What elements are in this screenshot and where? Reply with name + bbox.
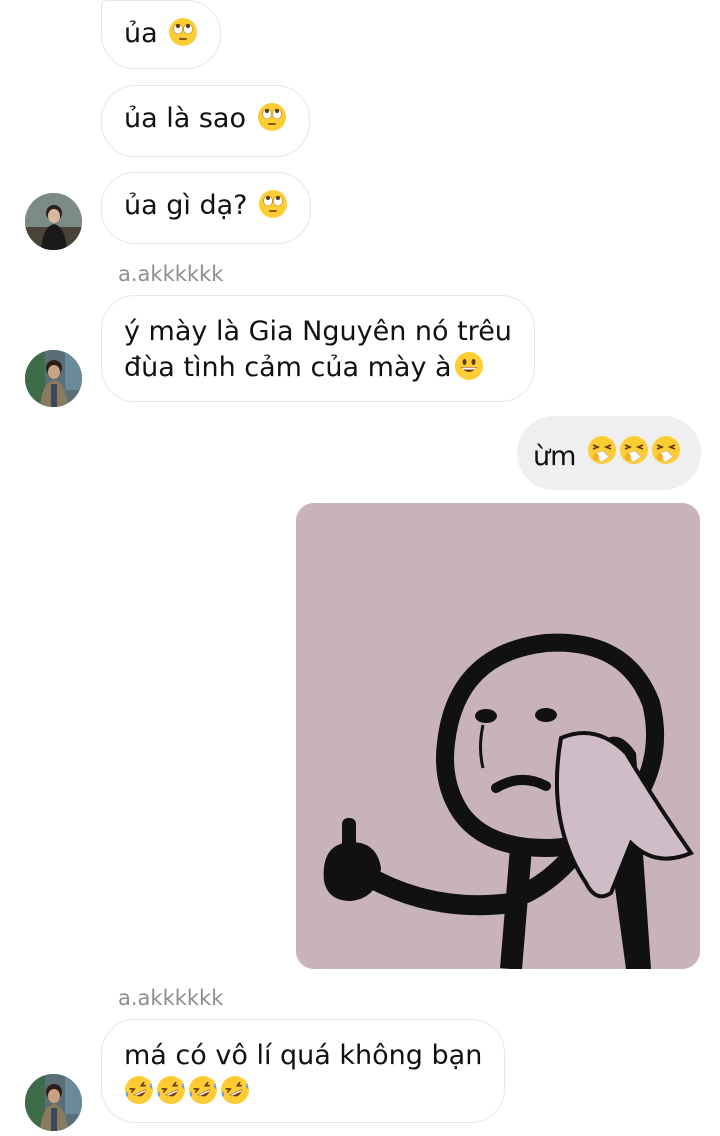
- avatar[interactable]: [25, 350, 82, 407]
- shared-image-crying-stickman[interactable]: [296, 503, 700, 969]
- eye-roll-emoji-icon: [168, 17, 198, 47]
- message-text: ủa gì dạ?: [124, 190, 248, 221]
- sender-name: a.akkkkkk: [118, 986, 224, 1010]
- message-text-line: ý mày là Gia Nguyên nó trêu: [124, 316, 512, 347]
- message-bubble[interactable]: ủa là sao: [101, 85, 310, 157]
- avatar[interactable]: [25, 193, 82, 250]
- message-bubble[interactable]: ý mày là Gia Nguyên nó trêu đùa tình cảm…: [101, 295, 535, 402]
- message-bubble[interactable]: ủa: [101, 0, 222, 69]
- sneezing-emoji-icon: [651, 435, 681, 465]
- message-bubble[interactable]: ủa gì dạ?: [101, 172, 312, 244]
- message-text: ừm: [532, 441, 577, 472]
- message-text: ủa là sao: [124, 103, 247, 134]
- avatar[interactable]: [25, 1074, 82, 1131]
- message-bubble[interactable]: má có vô lí quá không bạn: [101, 1019, 506, 1123]
- rolling-laughing-emoji-icon: [156, 1075, 186, 1105]
- outgoing-message-bubble[interactable]: ừm: [516, 416, 701, 490]
- message-text-line: má có vô lí quá không bạn: [124, 1040, 483, 1071]
- sneezing-emoji-icon: [619, 435, 649, 465]
- eye-roll-emoji-icon: [257, 102, 287, 132]
- rolling-laughing-emoji-icon: [188, 1075, 218, 1105]
- rolling-laughing-emoji-icon: [124, 1075, 154, 1105]
- sender-name: a.akkkkkk: [118, 262, 224, 286]
- emoji-row: [124, 1074, 482, 1110]
- grinning-emoji-icon: [454, 351, 484, 381]
- rolling-laughing-emoji-icon: [220, 1075, 250, 1105]
- message-text-line: đùa tình cảm của mày à: [124, 350, 512, 386]
- sneezing-emoji-icon: [587, 435, 617, 465]
- message-text: ủa: [124, 18, 158, 49]
- eye-roll-emoji-icon: [258, 189, 288, 219]
